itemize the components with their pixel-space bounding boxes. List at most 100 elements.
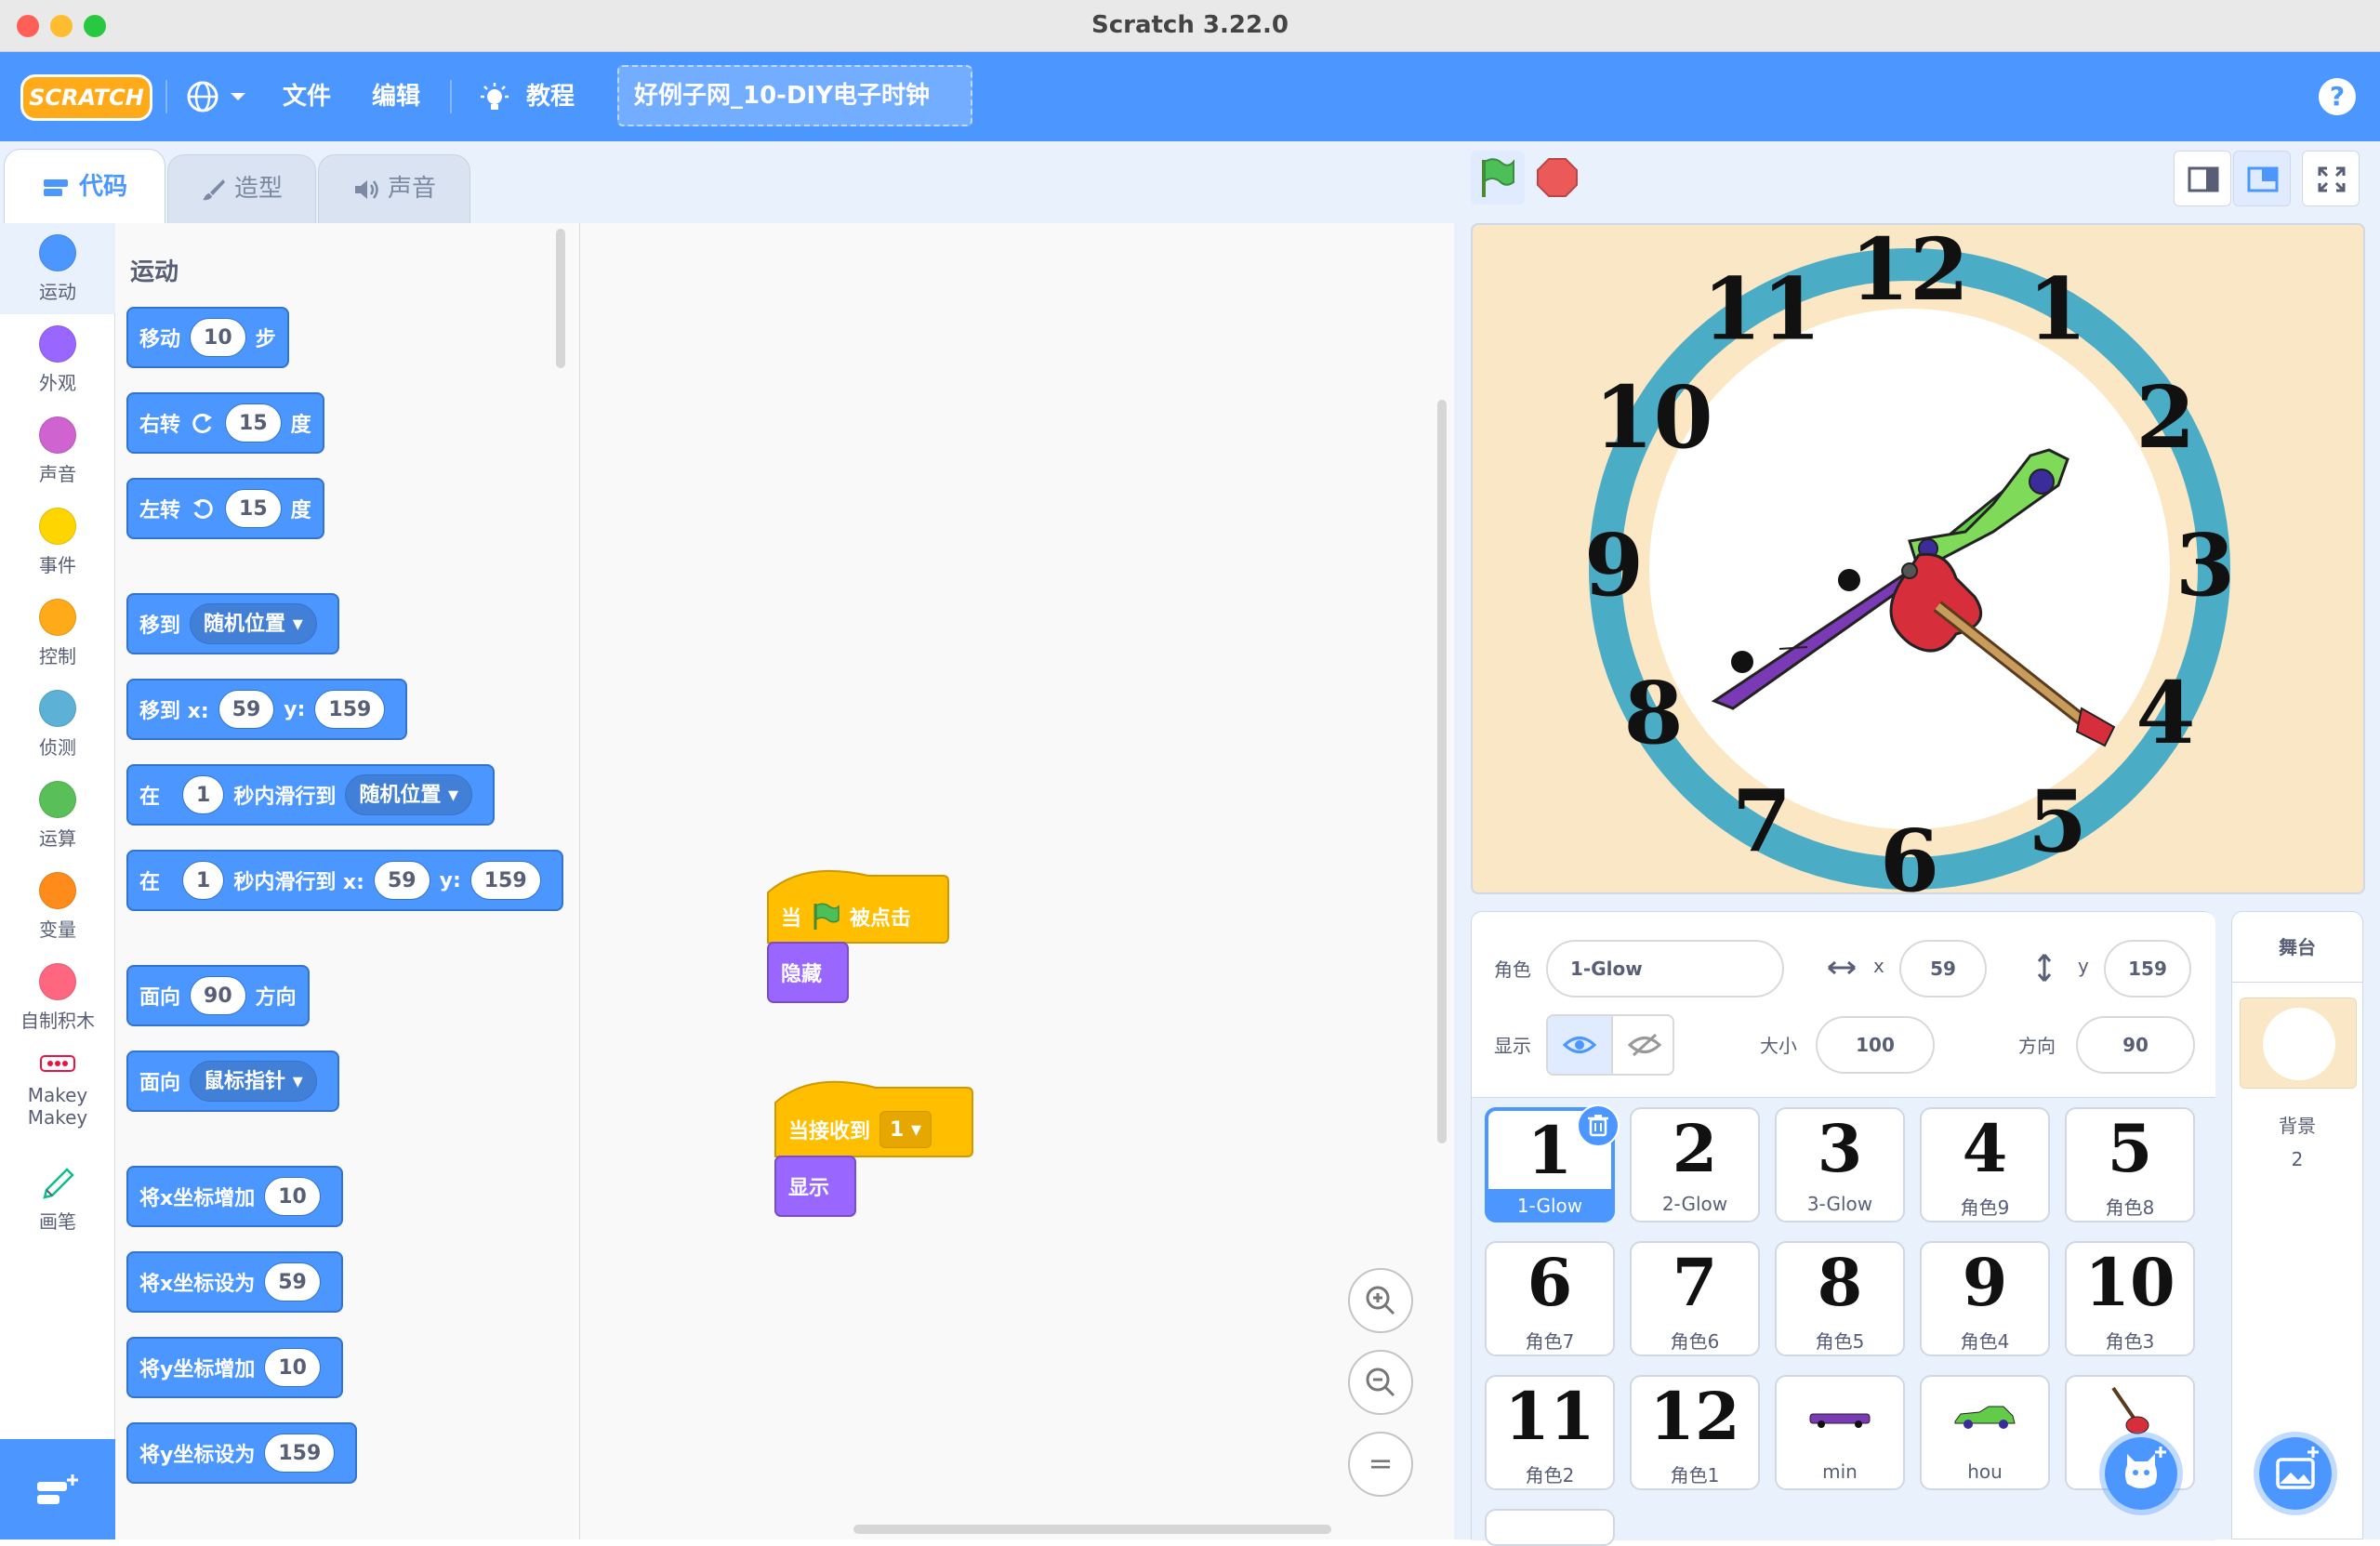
sprite-tile[interactable] <box>1485 1509 1615 1546</box>
tab-costumes[interactable]: 造型 <box>167 154 316 223</box>
script-green-flag[interactable]: 当 被点击 隐藏 <box>766 865 952 1013</box>
hide-block[interactable]: 隐藏 <box>770 945 822 1000</box>
message-dropdown[interactable]: 1 ▾ <box>879 1111 932 1148</box>
show-label: 显示 <box>1494 1035 1531 1057</box>
sprite-tile[interactable]: 8 角色5 <box>1775 1241 1905 1356</box>
y-input[interactable]: 159 <box>469 861 541 900</box>
zoom-in-button[interactable] <box>1348 1268 1413 1333</box>
size-input[interactable]: 100 <box>1816 1016 1935 1074</box>
category-motion[interactable]: 运动 <box>0 223 115 314</box>
language-menu[interactable] <box>186 80 251 113</box>
turn-right-block[interactable]: 右转 15 度 <box>126 392 324 454</box>
scratch-logo[interactable]: SCRATCH <box>20 74 152 121</box>
tutorials-menu[interactable]: 教程 <box>478 52 580 141</box>
tab-code[interactable]: 代码 <box>4 149 165 225</box>
zoom-out-button[interactable] <box>1348 1350 1413 1415</box>
sprite-tile[interactable]: 3 3-Glow <box>1775 1107 1905 1222</box>
sprite-name-input[interactable]: 1-Glow <box>1546 940 1784 998</box>
green-flag-button[interactable] <box>1471 151 1525 205</box>
direction-input[interactable]: 90 <box>190 976 246 1015</box>
hide-sprite-button[interactable] <box>1611 1016 1673 1074</box>
sprite-tile[interactable]: 5 角色8 <box>2065 1107 2195 1222</box>
script-area-vertical-scrollbar[interactable] <box>1437 400 1447 1143</box>
script-when-receive[interactable]: 当接收到 1 ▾ 显示 <box>774 1075 978 1227</box>
sprite-tile[interactable]: 6 角色7 <box>1485 1241 1615 1356</box>
sprite-tile[interactable]: 9 角色4 <box>1920 1241 2050 1356</box>
set-y-block[interactable]: 将y坐标设为 159 <box>126 1422 358 1484</box>
category-sensing[interactable]: 侦测 <box>0 679 115 770</box>
degrees-input[interactable]: 15 <box>225 403 282 443</box>
category-variables[interactable]: 变量 <box>0 861 115 952</box>
fullscreen-button[interactable] <box>2302 151 2360 206</box>
when-flag-hat[interactable]: 当 被点击 <box>770 891 911 943</box>
sprite-tile[interactable]: min <box>1775 1375 1905 1490</box>
x-change-input[interactable]: 10 <box>264 1177 321 1216</box>
category-control[interactable]: 控制 <box>0 588 115 679</box>
glide-dropdown[interactable]: 随机位置 ▾ <box>345 774 473 815</box>
sprite-name: 角色8 <box>2105 1196 2155 1219</box>
move-steps-block[interactable]: 移动 10 步 <box>126 307 289 368</box>
file-menu[interactable]: 文件 <box>283 52 331 141</box>
edit-menu[interactable]: 编辑 <box>372 52 420 141</box>
category-pen[interactable]: 画笔 <box>0 1160 115 1251</box>
x-input[interactable]: 59 <box>218 690 275 729</box>
point-towards-block[interactable]: 面向 鼠标指针 ▾ <box>126 1050 339 1112</box>
tab-sounds[interactable]: 声音 <box>318 154 470 223</box>
choose-backdrop-button[interactable] <box>2254 1432 2337 1515</box>
sprite-thumbnail-number: 3 <box>1817 1110 1863 1187</box>
steps-input[interactable]: 10 <box>190 318 246 357</box>
when-i-receive-hat[interactable]: 当接收到 1 ▾ <box>777 1103 932 1156</box>
sprite-tile[interactable]: 11 角色2 <box>1485 1375 1615 1490</box>
turn-left-block[interactable]: 左转 15 度 <box>126 478 324 539</box>
change-x-block[interactable]: 将x坐标增加 10 <box>126 1166 343 1227</box>
set-x-block[interactable]: 将x坐标设为 59 <box>126 1251 343 1313</box>
script-area-horizontal-scrollbar[interactable] <box>853 1525 1331 1534</box>
seconds-input[interactable]: 1 <box>182 775 225 814</box>
sprite-tile[interactable]: 10 角色3 <box>2065 1241 2195 1356</box>
goto-dropdown[interactable]: 随机位置 ▾ <box>190 603 317 644</box>
x-set-input[interactable]: 59 <box>264 1262 321 1302</box>
sprite-tile[interactable]: 2 2-Glow <box>1630 1107 1760 1222</box>
degrees-input[interactable]: 15 <box>225 489 282 528</box>
goto-block[interactable]: 移到 随机位置 ▾ <box>126 593 339 654</box>
y-position-input[interactable]: 159 <box>2104 940 2191 998</box>
x-input[interactable]: 59 <box>373 861 430 900</box>
script-area[interactable]: 当 被点击 隐藏 当接收到 1 ▾ 显示 = <box>580 223 1454 1539</box>
category-sound[interactable]: 声音 <box>0 405 115 496</box>
zoom-reset-button[interactable]: = <box>1348 1432 1413 1497</box>
stage-canvas[interactable]: 12 1 2 3 4 5 6 7 8 9 10 11 <box>1471 223 2365 894</box>
small-stage-button[interactable] <box>2174 151 2231 206</box>
category-looks[interactable]: 外观 <box>0 314 115 405</box>
help-button[interactable]: ? <box>2319 78 2356 115</box>
point-direction-block[interactable]: 面向 90 方向 <box>126 965 310 1026</box>
y-set-input[interactable]: 159 <box>264 1434 336 1473</box>
category-makey-makey[interactable]: Makey Makey <box>0 1049 115 1151</box>
sprite-tile[interactable]: hou <box>1920 1375 2050 1490</box>
y-change-input[interactable]: 10 <box>264 1348 321 1387</box>
glide-xy-block[interactable]: 在 1 秒内滑行到 x: 59 y: 159 <box>126 850 563 911</box>
trash-icon <box>1588 1115 1608 1137</box>
goto-xy-block[interactable]: 移到 x: 59 y: 159 <box>126 679 408 740</box>
category-my-blocks[interactable]: 自制积木 <box>0 952 115 1043</box>
category-events[interactable]: 事件 <box>0 496 115 588</box>
add-extension-button[interactable] <box>0 1439 115 1539</box>
choose-sprite-button[interactable] <box>2099 1432 2183 1515</box>
project-title-input[interactable]: 好例子网_10-DIY电子时钟 <box>617 65 972 126</box>
seconds-input[interactable]: 1 <box>182 861 225 900</box>
normal-stage-button[interactable] <box>2233 151 2291 206</box>
stop-button[interactable] <box>1530 151 1584 205</box>
direction-input[interactable]: 90 <box>2076 1016 2195 1074</box>
sprite-tile[interactable]: 12 角色1 <box>1630 1375 1760 1490</box>
palette-scrollbar[interactable] <box>556 229 565 368</box>
show-sprite-button[interactable] <box>1548 1016 1611 1074</box>
show-block[interactable]: 显示 <box>777 1158 829 1214</box>
x-position-input[interactable]: 59 <box>1899 940 1987 998</box>
y-input[interactable]: 159 <box>314 690 386 729</box>
sprite-tile[interactable]: 4 角色9 <box>1920 1107 2050 1222</box>
change-y-block[interactable]: 将y坐标增加 10 <box>126 1337 343 1398</box>
glide-block[interactable]: 在 1 秒内滑行到 随机位置 ▾ <box>126 764 496 826</box>
delete-sprite-button[interactable] <box>1577 1104 1620 1147</box>
sprite-tile[interactable]: 7 角色6 <box>1630 1241 1760 1356</box>
category-operators[interactable]: 运算 <box>0 770 115 861</box>
point-towards-dropdown[interactable]: 鼠标指针 ▾ <box>190 1061 317 1102</box>
